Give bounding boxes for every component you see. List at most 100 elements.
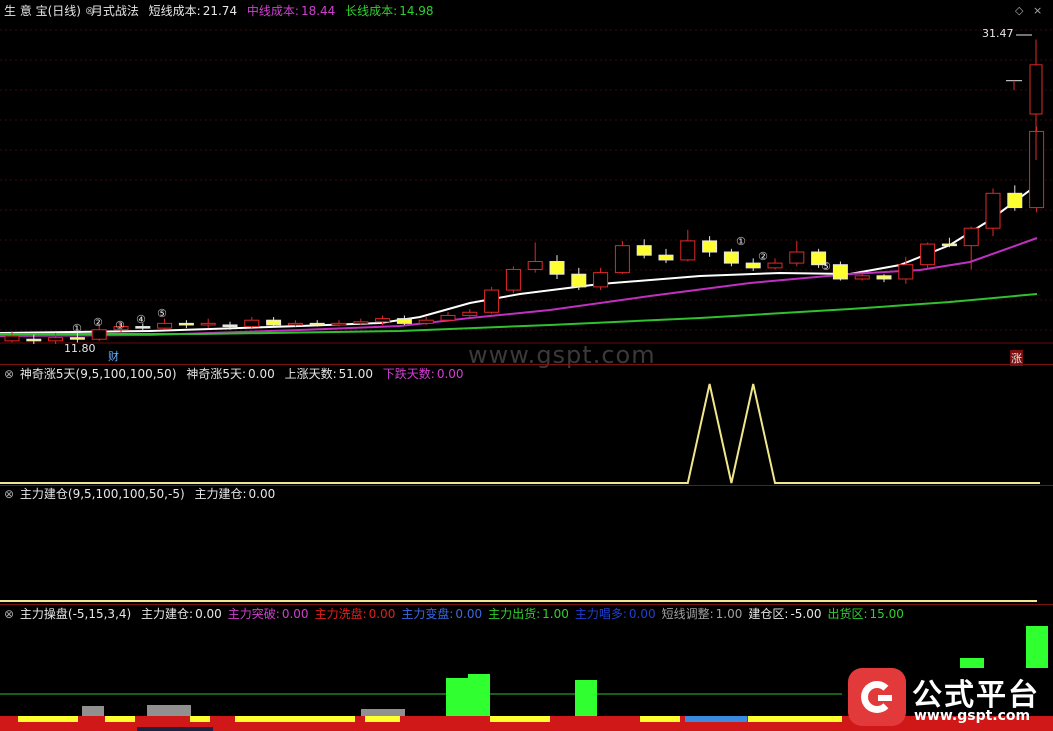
p2-signal-line xyxy=(0,383,1040,484)
panel2-a-label: 神奇涨5天: xyxy=(186,367,247,381)
circle-mark-5: ① xyxy=(736,235,746,248)
panel2-b-value: 51.00 xyxy=(338,367,373,381)
panel3-menu-icon[interactable]: ⊗ xyxy=(4,487,14,501)
panel4-item-label-5: 主力唱多: xyxy=(574,607,627,621)
candle-body-22 xyxy=(484,289,500,313)
candle-body-39 xyxy=(854,275,870,280)
candle-body-45 xyxy=(985,192,1001,229)
panel3-a-label: 主力建仓: xyxy=(194,487,247,501)
panel2-b-label: 上涨天数: xyxy=(284,367,337,381)
panel4-item-value-1: 0.00 xyxy=(281,607,309,621)
gspt-logo: 公式平台 www.gspt.com xyxy=(842,664,1053,731)
candle-body-15 xyxy=(331,322,347,326)
panel4-title[interactable]: 主力操盘(-5,15,3,4) xyxy=(20,607,131,621)
candle-body-last xyxy=(1029,64,1043,115)
logo-g-icon xyxy=(848,668,906,726)
p4-date-box xyxy=(137,727,213,731)
candle-body-1 xyxy=(26,338,42,342)
candle-body-11 xyxy=(244,319,260,328)
candle-body-44 xyxy=(963,227,979,247)
candle-body-10 xyxy=(222,324,238,328)
panel4-item-label-8: 出货区: xyxy=(827,607,868,621)
p4-out-bar-4 xyxy=(1026,626,1048,668)
candle-body-17 xyxy=(375,318,391,323)
candle-body-47 xyxy=(1029,130,1045,209)
candle-body-41 xyxy=(898,264,914,280)
p4-zone-seg-0 xyxy=(18,716,78,722)
panel2-header: ⊗ 神奇涨5天(9,5,100,100,50) 神奇涨5天: 0.00 上涨天数:… xyxy=(4,365,470,383)
candle-body-32 xyxy=(702,240,718,253)
panel2-title[interactable]: 神奇涨5天(9,5,100,100,50) xyxy=(20,367,177,381)
panel2-c-value: 0.00 xyxy=(436,367,464,381)
candle-body-9 xyxy=(200,322,216,326)
candle-body-14 xyxy=(309,322,325,326)
candle-body-23 xyxy=(505,268,521,291)
candle-body-31 xyxy=(680,240,696,261)
candle-body-26 xyxy=(571,273,587,288)
candle-body-2 xyxy=(48,337,64,342)
circle-mark-4: ⑤ xyxy=(157,307,167,320)
panel4-item-label-0: 主力建仓: xyxy=(141,607,194,621)
p4-out-bar-1 xyxy=(468,674,490,716)
candle-body-0 xyxy=(4,335,20,342)
candle-body-19 xyxy=(418,319,434,324)
candle-body-4 xyxy=(91,329,107,340)
p4-out-bar-0 xyxy=(446,678,468,716)
p4-adjust-bar-2 xyxy=(361,709,405,716)
candle-body-12 xyxy=(266,319,282,326)
candle-body-24 xyxy=(527,261,543,270)
panel4-item-label-1: 主力突破: xyxy=(227,607,280,621)
candle-body-46 xyxy=(1007,192,1023,209)
p4-zone-seg-8 xyxy=(748,716,842,722)
cai-marker: 财 xyxy=(108,350,119,363)
candle-body-28 xyxy=(614,245,630,274)
p4-zone-seg-5 xyxy=(490,716,550,722)
candle-body-36 xyxy=(789,251,805,264)
candle-body-8 xyxy=(178,322,194,326)
panel2-c-label: 下跌天数: xyxy=(382,367,435,381)
low-price-label: 11.80 xyxy=(64,342,96,355)
panel4-item-value-4: 1.00 xyxy=(542,607,569,621)
p4-zone-seg-3 xyxy=(235,716,355,722)
short-ma-line xyxy=(0,184,1038,334)
panel4-item-value-8: 15.00 xyxy=(869,607,904,621)
candle-body-43 xyxy=(941,243,957,247)
circle-mark-0: ① xyxy=(72,322,82,335)
panel4-item-value-0: 0.00 xyxy=(195,607,222,621)
high-price-label: 31.47 xyxy=(982,27,1014,40)
candle-body-16 xyxy=(353,321,369,324)
panel3-a-value: 0.00 xyxy=(248,487,276,501)
candle-body-30 xyxy=(658,254,674,261)
panel4-item-label-4: 主力出货: xyxy=(488,607,541,621)
circle-mark-6: ② xyxy=(758,250,768,263)
panel4-header: ⊗ 主力操盘(-5,15,3,4) 主力建仓: 0.00 主力突破: 0.00 主力洗盘… xyxy=(4,605,916,623)
panel4-item-value-7: -5.00 xyxy=(790,607,822,621)
p4-out-bar-2 xyxy=(575,680,597,716)
candle-body-27 xyxy=(593,272,609,288)
circle-mark-3: ④ xyxy=(136,313,146,326)
panel4-item-label-3: 主力变盘: xyxy=(401,607,454,621)
candle-body-7 xyxy=(157,322,173,329)
candle-body-25 xyxy=(549,261,565,275)
panel4-menu-icon[interactable]: ⊗ xyxy=(4,607,14,621)
candle-body-40 xyxy=(876,275,892,280)
candle-body-6 xyxy=(135,326,151,329)
panel4-item-value-3: 0.00 xyxy=(455,607,483,621)
candle-body-3 xyxy=(69,337,85,340)
candle-body-21 xyxy=(462,311,478,316)
p4-zone-seg-7 xyxy=(685,716,747,722)
panel4-item-label-6: 短线调整: xyxy=(661,607,714,621)
p4-adjust-bar-0 xyxy=(82,706,104,716)
candle-body-13 xyxy=(287,322,303,326)
candle-body-38 xyxy=(832,264,848,280)
circle-mark-1: ② xyxy=(93,316,103,329)
p4-zone-seg-6 xyxy=(640,716,680,722)
candle-body-20 xyxy=(440,314,456,321)
candle-body-33 xyxy=(723,251,739,264)
circle-mark-2: ③ xyxy=(115,319,125,332)
panel3-header: ⊗ 主力建仓(9,5,100,100,50,-5) 主力建仓: 0.00 xyxy=(4,485,281,503)
logo-url: www.gspt.com xyxy=(914,708,1031,724)
panel3-title[interactable]: 主力建仓(9,5,100,100,50,-5) xyxy=(20,487,185,501)
panel2-menu-icon[interactable]: ⊗ xyxy=(4,367,14,381)
panel4-item-value-2: 0.00 xyxy=(368,607,396,621)
